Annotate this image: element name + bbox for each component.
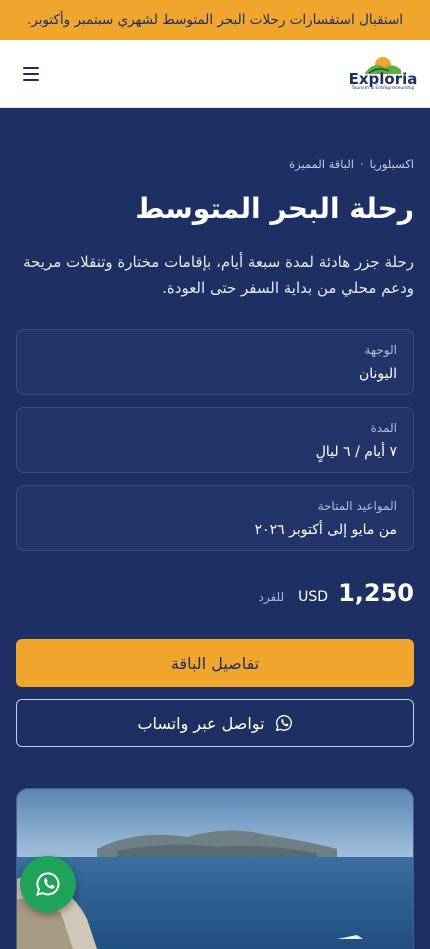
logo-wordmark: Exploria (348, 69, 418, 88)
detail-card-dates: المواعيد المتاحة من مايو إلى أكتوبر ٢٠٢٦ (16, 485, 414, 551)
price-row: للفرد USD 1,250 (16, 579, 414, 607)
page-title: رحلة البحر المتوسط (135, 192, 414, 225)
logo-tagline: Tourism & Entrepreneurship (351, 85, 415, 91)
announcement-bar: استقبال استفسارات رحلات البحر المتوسط لش… (0, 0, 430, 40)
whatsapp-contact-button[interactable]: تواصل عبر واتساب (16, 699, 414, 747)
top-navigation: Exploria Tourism & Entrepreneurship (0, 40, 430, 108)
price-currency: USD (298, 589, 329, 605)
package-details: الوجهة اليونان المدة ٧ أيام / ٦ ليالٍ ال… (16, 329, 414, 551)
detail-label: الوجهة (364, 343, 397, 357)
whatsapp-icon (36, 872, 60, 896)
whatsapp-contact-label: تواصل عبر واتساب (137, 713, 265, 733)
breadcrumb-home[interactable]: اكسبلوريا (370, 157, 414, 171)
breadcrumb-current[interactable]: الباقة المميزة (289, 157, 354, 171)
detail-label: المواعيد المتاحة (317, 499, 397, 513)
package-details-button[interactable]: تفاصيل الباقة (16, 639, 414, 687)
package-description: رحلة جزر هادئة لمدة سبعة أيام، بإقامات م… (23, 253, 414, 297)
package-hero-image (16, 788, 414, 949)
island-landscape-image (17, 789, 413, 949)
detail-card-destination: الوجهة اليونان (16, 329, 414, 395)
detail-card-duration: المدة ٧ أيام / ٦ ليالٍ (16, 407, 414, 473)
breadcrumb: اكسبلوريا · الباقة المميزة (16, 157, 414, 171)
package-content: اكسبلوريا · الباقة المميزة رحلة البحر ال… (0, 157, 430, 949)
price-amount: 1,250 (338, 579, 414, 607)
breadcrumb-separator: · (359, 157, 364, 171)
whatsapp-icon (275, 714, 293, 732)
menu-icon[interactable] (16, 59, 46, 89)
exploria-logo[interactable]: Exploria Tourism & Entrepreneurship (349, 56, 417, 92)
announcement-text: استقبال استفسارات رحلات البحر المتوسط لش… (26, 12, 404, 28)
detail-value: اليونان (358, 366, 397, 382)
detail-value: من مايو إلى أكتوبر ٢٠٢٦ (254, 522, 397, 538)
price-per-person: للفرد (258, 590, 285, 604)
detail-label: المدة (370, 421, 397, 435)
whatsapp-floating-button[interactable] (20, 856, 76, 912)
detail-value: ٧ أيام / ٦ ليالٍ (315, 444, 397, 460)
package-details-button-label: تفاصيل الباقة (170, 653, 260, 673)
